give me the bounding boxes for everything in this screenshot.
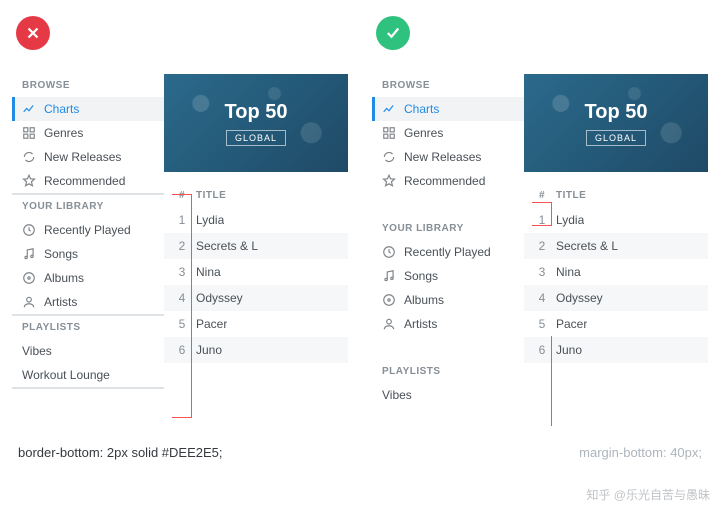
user-icon [22, 295, 36, 309]
playlist-item[interactable]: Vibes [372, 383, 524, 407]
nav-label: Recommended [404, 174, 485, 188]
section-label: PLAYLISTS [12, 316, 164, 339]
annotation-bracket [532, 202, 552, 226]
nav-genres[interactable]: Genres [12, 121, 164, 145]
nav-recently-played[interactable]: Recently Played [372, 240, 524, 264]
table-row[interactable]: 2Secrets & L [524, 233, 708, 259]
nav-label: New Releases [404, 150, 481, 164]
nav-label: New Releases [44, 150, 121, 164]
comparison-container: BROWSE Charts Genres New Releases Recomm… [0, 0, 720, 431]
nav-charts[interactable]: Charts [12, 97, 164, 121]
section-label: PLAYLISTS [372, 360, 524, 383]
section-label: BROWSE [372, 74, 524, 97]
clock-icon [382, 245, 396, 259]
sidebar-good: BROWSE Charts Genres New Releases Recomm… [372, 74, 524, 431]
chart-icon [382, 102, 396, 116]
nav-albums[interactable]: Albums [12, 266, 164, 290]
code-left: border-bottom: 2px solid #DEE2E5; [18, 445, 223, 460]
nav-label: Albums [404, 293, 444, 307]
check-icon [384, 24, 402, 42]
refresh-icon [382, 150, 396, 164]
nav-songs[interactable]: Songs [12, 242, 164, 266]
nav-label: Charts [44, 102, 79, 116]
cover-sub: GLOBAL [226, 130, 286, 146]
watermark: 知乎 @乐光自苦与愚昧 [586, 486, 710, 503]
nav-label: Artists [44, 295, 77, 309]
nav-songs[interactable]: Songs [372, 264, 524, 288]
panel-good: BROWSE Charts Genres New Releases Recomm… [372, 16, 708, 431]
good-badge [376, 16, 410, 50]
nav-label: Recommended [44, 174, 125, 188]
col-title: TITLE [196, 190, 226, 201]
annotation-bracket [532, 336, 552, 426]
refresh-icon [22, 150, 36, 164]
playlist-item[interactable]: Workout Lounge [12, 363, 164, 387]
grid-icon [382, 126, 396, 140]
col-title: TITLE [556, 190, 586, 201]
nav-recommended[interactable]: Recommended [12, 169, 164, 193]
disc-icon [382, 293, 396, 307]
nav-genres[interactable]: Genres [372, 121, 524, 145]
annotation-bracket [172, 194, 192, 298]
nav-artists[interactable]: Artists [372, 312, 524, 336]
annotation-bracket [172, 298, 192, 418]
bad-badge [16, 16, 50, 50]
section-label: BROWSE [12, 74, 164, 97]
nav-charts[interactable]: Charts [372, 97, 524, 121]
nav-label: Albums [44, 271, 84, 285]
table-row[interactable]: 5Pacer [524, 311, 708, 337]
star-icon [382, 174, 396, 188]
cover-title: Top 50 [585, 101, 648, 124]
nav-new-releases[interactable]: New Releases [372, 145, 524, 169]
nav-recently-played[interactable]: Recently Played [12, 218, 164, 242]
nav-artists[interactable]: Artists [12, 290, 164, 314]
x-icon [24, 24, 42, 42]
nav-label: Charts [404, 102, 439, 116]
cover: Top 50 GLOBAL [164, 74, 348, 172]
music-icon [382, 269, 396, 283]
star-icon [22, 174, 36, 188]
col-num: # [528, 190, 556, 201]
code-right: margin-bottom: 40px; [579, 445, 702, 460]
nav-label: Recently Played [44, 223, 131, 237]
nav-label: Artists [404, 317, 437, 331]
cover: Top 50 GLOBAL [524, 74, 708, 172]
table-row[interactable]: 3Nina [524, 259, 708, 285]
nav-recommended[interactable]: Recommended [372, 169, 524, 193]
nav-label: Genres [44, 126, 83, 140]
code-annotations: border-bottom: 2px solid #DEE2E5; margin… [0, 431, 720, 460]
table-row[interactable]: 4Odyssey [524, 285, 708, 311]
grid-icon [22, 126, 36, 140]
panel-bad: BROWSE Charts Genres New Releases Recomm… [12, 16, 348, 431]
clock-icon [22, 223, 36, 237]
nav-label: Genres [404, 126, 443, 140]
section-label: YOUR LIBRARY [12, 195, 164, 218]
cover-sub: GLOBAL [586, 130, 646, 146]
nav-label: Songs [44, 247, 78, 261]
nav-label: Recently Played [404, 245, 491, 259]
music-icon [22, 247, 36, 261]
section-label: YOUR LIBRARY [372, 217, 524, 240]
playlist-item[interactable]: Vibes [12, 339, 164, 363]
nav-label: Songs [404, 269, 438, 283]
nav-albums[interactable]: Albums [372, 288, 524, 312]
disc-icon [22, 271, 36, 285]
nav-new-releases[interactable]: New Releases [12, 145, 164, 169]
sidebar-bad: BROWSE Charts Genres New Releases Recomm… [12, 74, 164, 389]
user-icon [382, 317, 396, 331]
chart-icon [22, 102, 36, 116]
cover-title: Top 50 [225, 101, 288, 124]
